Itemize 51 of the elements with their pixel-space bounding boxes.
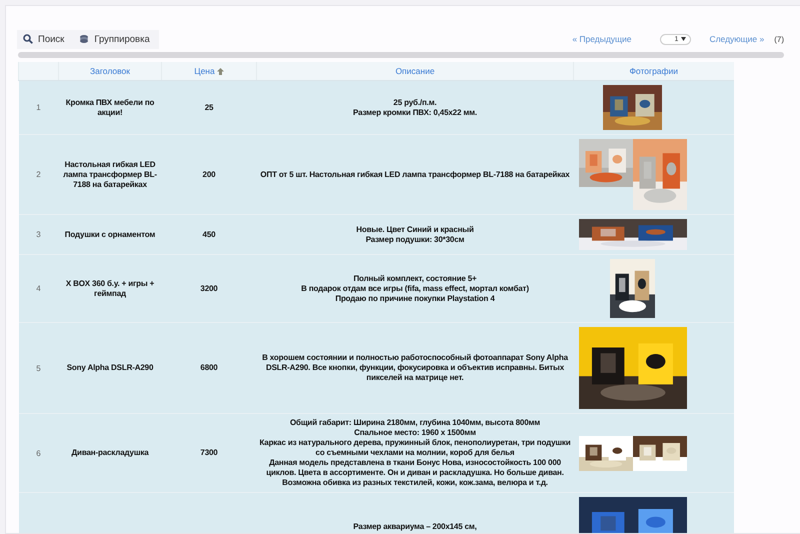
description-line: Данная модель представлена в ткани Бонус Нова, износостойкость 100 000 [268,458,562,468]
column-header[interactable]: Цена [162,62,256,80]
price-cell: 450 [162,214,256,254]
title-cell: Кромка ПВХ мебели по акции! [58,80,162,134]
description-line: В подарок отдам все игры (fifa, mass effect, мортал комбат) [300,284,530,294]
description-line: DSLR-A290. Все кнопки, функции, фокусировка и объектив исправны. Битых [264,363,566,373]
title-cell: Диван-раскладушка [58,414,162,492]
price-cell: 7300 [162,414,256,492]
column-header[interactable]: Описание [256,62,574,80]
description-line: Размер кромки ПВХ: 0,45x22 мм. [352,108,478,118]
title-cell: Подушки с орнаментом [58,214,162,254]
description-line: ОПТ от 5 шт. Настольная гибкая LED лампа трансформер BL-7188 на батарейках [259,170,571,180]
title-cell: Настольная гибкая LED лампа трансформер BL-7188 на батарейках [58,134,162,214]
page-count: (7) [774,34,784,44]
description-line: 25 руб./п.м. [392,98,438,108]
title-cell: Sony Alpha DSLR-A290 [58,322,162,414]
price-cell: 200 [162,134,256,214]
description-line: Новые. Цвет Синий и красный [355,224,475,234]
row-number: 4 [18,254,58,322]
row-number: 6 [18,414,58,492]
group-button[interactable]: Группировка [73,30,159,48]
description-line: пикселей на матрице нет. [365,373,465,383]
row-number: 5 [18,322,58,414]
next-link[interactable]: Следующие » [709,34,764,44]
caret-icon [681,37,686,41]
row-number: 1 [18,80,58,134]
sort-arrow-icon [216,68,224,74]
description-line: со съемными чехлами на молнии, короб для белья [314,448,516,458]
column-header[interactable]: Заголовок [58,62,162,80]
description-line: циклов. Цвета в ассортименте. Он и диван и раскладушка. Но больше диван. [265,468,565,478]
description-line: Размер подушки: 30*30см [364,234,466,244]
layers-icon [79,34,90,44]
description-line: Общий габарит: Ширина 2180мм, глубина 1040мм, высота 800мм [288,418,542,428]
price-cell: 3200 [162,254,256,322]
row-number: 3 [18,214,58,254]
description-line: В хорошем состоянии и полностью работоспособный фотоаппарат Sony Alpha [261,353,570,363]
description-line: Спальное место: 1960 x 1500мм [353,428,477,438]
scrollbar[interactable] [18,52,784,58]
description-line: Полный комплект, состояние 5+ [352,274,478,284]
description-line: Продаю по причине покупки Playstation 4 [334,294,496,304]
previous-link[interactable]: « Предыдущие [572,34,632,44]
description-line: Каркас из натурального дерева, пружинный блок, пенополиуретан, три подушки [258,438,572,448]
row-number: 2 [18,134,58,214]
column-header[interactable]: Фотографии [574,62,734,80]
description-line: Размер аквариума – 200x145 см, [352,522,478,532]
title-cell: X BOX 360 б.у. + игры + геймпад [58,254,162,322]
search-button[interactable]: Поиск [17,30,74,48]
description-line: Возможна обивка из разных текстилей, кожи, кож.зама, велюра и т.д. [281,478,549,488]
price-cell: 6800 [162,322,256,414]
price-cell: 25 [162,80,256,134]
search-icon [23,34,33,44]
